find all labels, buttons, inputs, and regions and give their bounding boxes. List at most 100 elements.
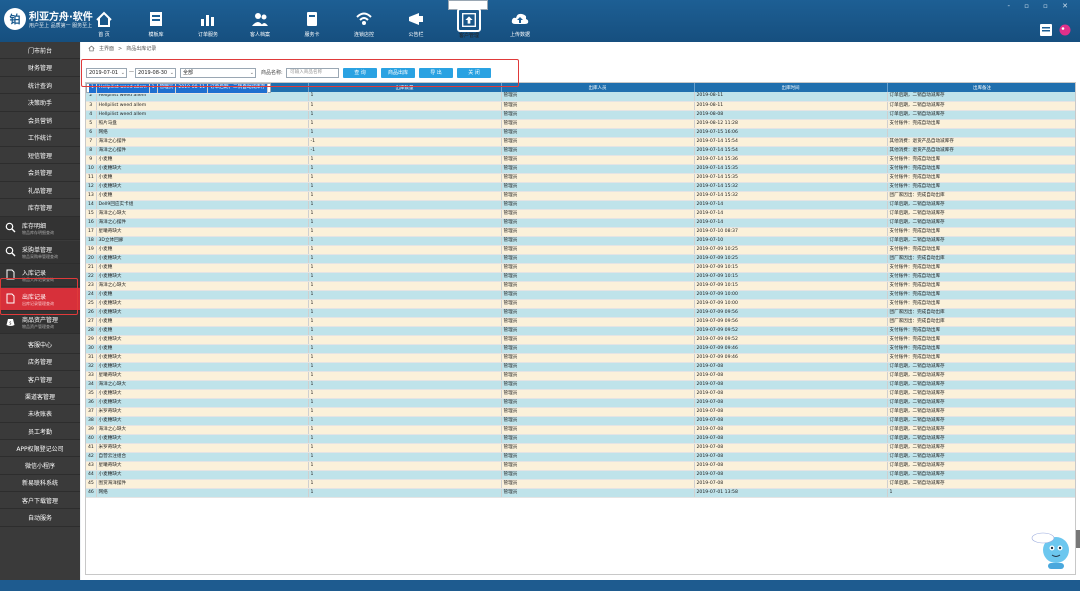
table-row[interactable]: 46 网络 1 管理员 2019-07-01 13:58 1 xyxy=(86,488,1075,498)
nav-item-9[interactable]: 上传数据 xyxy=(500,0,540,42)
table-row[interactable]: 17 星曦奇缺大 1 管理员 2019-07-10 08:37 支付账件：完成自动出库 xyxy=(86,227,1075,237)
table-cell: 2019-07-09 10:15 xyxy=(694,272,888,282)
mascot-helper-icon[interactable] xyxy=(1030,525,1074,571)
sidebar-bottom-item-11[interactable]: 自动服务 xyxy=(0,510,80,527)
column-header-3[interactable]: 出库人员 xyxy=(501,83,695,92)
table-row[interactable]: 19 小麦穗 1 管理员 2019-07-09 10:25 支付账件：完成自动出库 xyxy=(86,245,1075,255)
sidebar-item-10[interactable]: 库存管理 xyxy=(0,200,80,217)
table-row[interactable]: 11 小麦穗 1 管理员 2019-07-14 15:35 支付账件：完成自动出库 xyxy=(86,173,1075,183)
sidebar-item-7[interactable]: 短信管理 xyxy=(0,147,80,164)
table-row[interactable]: 33 星曦奇缺大 1 管理员 2019-07-08 订单后期，二销自动减库存 xyxy=(86,371,1075,381)
table-cell: 33 xyxy=(86,371,97,381)
table-row[interactable]: 40 小麦穗缺大 1 管理员 2019-07-08 订单后期，二销自动减库存 xyxy=(86,434,1075,444)
table-row[interactable]: 27 小麦穗 1 管理员 2019-07-09 09:56 团厂家因出：完成自动出库 xyxy=(86,317,1075,327)
nav-item-7[interactable]: 公告栏 xyxy=(396,0,436,42)
table-row[interactable]: 44 小麦穗缺大 1 管理员 2019-07-08 订单后期，二销自动减库存 xyxy=(86,470,1075,480)
table-row[interactable]: 22 小麦穗缺大 1 管理员 2019-07-09 10:15 支付账件：完成自动出库 xyxy=(86,272,1075,282)
table-row[interactable]: 23 海洋之心缺大 1 管理员 2019-07-09 10:15 支付账件：完成自动出库 xyxy=(86,281,1075,291)
table-cell: 1 xyxy=(308,488,502,498)
table-row[interactable]: 20 小麦穗缺大 1 管理员 2019-07-09 10:25 团厂家因出：完成自动出库 xyxy=(86,254,1075,264)
table-cell: 34 xyxy=(86,380,97,390)
table-row[interactable]: 29 小麦穗缺大 1 管理员 2019-07-09 09:52 支付账件：完成自动出库 xyxy=(86,335,1075,345)
table-cell: 管理员 xyxy=(501,398,695,408)
sidebar-bottom-item-7[interactable]: APP权限登记公司 xyxy=(0,440,80,458)
word-icon[interactable] xyxy=(1040,24,1052,36)
table-row[interactable]: 45 围赏海洋摆件 1 管理员 2019-07-08 订单后期，二销自动减库存 xyxy=(86,479,1075,489)
table-cell: 1 xyxy=(308,101,502,111)
table-row[interactable]: 13 小麦穗 1 管理员 2019-07-14 15:32 团厂家因出：完成自动出库 xyxy=(86,191,1075,201)
table-row[interactable]: 43 星曦奇缺大 1 管理员 2019-07-08 订单后期，二销自动减库存 xyxy=(86,461,1075,471)
table-row[interactable]: 35 小麦穗缺大 1 管理员 2019-07-08 订单后期，二销自动减库存 xyxy=(86,389,1075,399)
sidebar-bottom-item-1[interactable]: 客服中心 xyxy=(0,337,80,354)
window-controls[interactable]: - ▫ ▫ ✕ xyxy=(1007,2,1074,10)
sidebar-item-9[interactable]: 礼品管理 xyxy=(0,182,80,199)
table-row[interactable]: 39 海洋之心缺大 1 管理员 2019-07-08 订单后期，二销自动减库存 xyxy=(86,425,1075,435)
table-row[interactable]: 18 3D立体回廊 1 管理员 2019-07-10 订单后期，二销自动减库存 xyxy=(86,236,1075,246)
table-row[interactable]: 42 自营云注组合 1 管理员 2019-07-08 订单后期，二销自动减库存 xyxy=(86,452,1075,462)
table-row[interactable]: 8 海洋之心摆件 -1 管理员 2019-07-14 15:54 其他消费：退货产品自动减… xyxy=(86,146,1075,156)
column-header-4[interactable]: 出库时间 xyxy=(694,83,888,92)
table-cell: 2019-07-14 15:54 xyxy=(694,137,888,147)
sidebar-item-5[interactable]: 会员营销 xyxy=(0,112,80,129)
breadcrumb-home[interactable]: 主界面 xyxy=(99,45,114,52)
sidebar-bottom-item-8[interactable]: 微信小程序 xyxy=(0,458,80,475)
sidebar-bottom-item-3[interactable]: 客户管理 xyxy=(0,371,80,389)
table-row[interactable]: 32 小麦穗缺大 1 管理员 2019-07-08 订单后期，二销自动减库存 xyxy=(86,362,1075,372)
table-row[interactable]: 15 海洋之心缺大 1 管理员 2019-07-14 订单后期，二销自动减库存 xyxy=(86,209,1075,219)
sidebar-bottom-item-6[interactable]: 员工考勤 xyxy=(0,423,80,440)
table-row[interactable]: 36 小麦穗缺大 1 管理员 2019-07-08 订单后期，二销自动减库存 xyxy=(86,398,1075,408)
sidebar-sub-item-1[interactable]: 库存明细 物品库存明细查询 xyxy=(0,217,80,240)
sidebar-bottom-item-2[interactable]: 店务管理 xyxy=(0,354,80,371)
table-row[interactable]: 21 小麦穗 1 管理员 2019-07-09 10:15 支付账件：完成自动出库 xyxy=(86,263,1075,273)
table-row[interactable]: 37 米罗奇缺大 1 管理员 2019-07-08 订单后期，二销自动减库存 xyxy=(86,407,1075,417)
table-row[interactable]: 31 小麦穗缺大 1 管理员 2019-07-09 09:46 支付账件：完成自动出库 xyxy=(86,353,1075,363)
table-row[interactable]: 34 海洋之心缺大 1 管理员 2019-07-08 订单后期，二销自动减库存 xyxy=(86,380,1075,390)
sidebar-item-4[interactable]: 决策助手 xyxy=(0,95,80,112)
nav-item-6[interactable]: 连锁店控 xyxy=(344,0,384,42)
table-row[interactable]: 7 海洋之心摆件 -1 管理员 2019-07-14 15:54 其他消费：退货产品自动减… xyxy=(86,137,1075,147)
sidebar-bottom-item-9[interactable]: 新易联科系统 xyxy=(0,475,80,492)
table-cell: 小麦穗缺大 xyxy=(96,182,309,192)
table-row[interactable]: 6 网络 1 管理员 2019-07-15 16:06 xyxy=(86,128,1075,138)
table-cell: 订单后期，二销自动减库存 xyxy=(887,443,1075,453)
table-row[interactable]: 30 小麦穗 1 管理员 2019-07-09 09:46 支付账件：完成自动出库 xyxy=(86,344,1075,354)
sidebar-item-6[interactable]: 工作统计 xyxy=(0,130,80,147)
sidebar-bottom-item-10[interactable]: 客户下载管理 xyxy=(0,492,80,510)
table-row[interactable]: 41 米罗奇缺大 1 管理员 2019-07-08 订单后期，二销自动减库存 xyxy=(86,443,1075,453)
nav-item-1[interactable]: 首 页 xyxy=(84,0,124,42)
table-cell: 19 xyxy=(86,245,97,255)
sidebar-item-8[interactable]: 会员管理 xyxy=(0,165,80,182)
template-icon xyxy=(150,12,162,26)
table-row[interactable]: 9 小麦穗 1 管理员 2019-07-14 15:36 支付账件：完成自动出库 xyxy=(86,155,1075,165)
table-row[interactable]: 14 Dell9回应实卡组 1 管理员 2019-07-14 订单后期，二销自动减库存 xyxy=(86,200,1075,210)
nav-item-2[interactable]: 模板库 xyxy=(136,0,176,42)
table-row[interactable]: 12 小麦穗缺大 1 管理员 2019-07-14 15:32 支付账件：完成自动出库 xyxy=(86,182,1075,192)
nav-item-4[interactable]: 客人档案 xyxy=(240,0,280,42)
paint-icon[interactable] xyxy=(1059,24,1071,36)
sidebar-sub-item-2[interactable]: 采购单管理 物品采购单管理查询 xyxy=(0,240,80,264)
sidebar-bottom-item-5[interactable]: 未收账表 xyxy=(0,406,80,423)
filter-highlight-box xyxy=(81,59,519,87)
sidebar-item-1[interactable]: 门市前台 xyxy=(0,42,80,59)
table-row[interactable]: 25 小麦穗缺大 1 管理员 2019-07-09 10:00 支付账件：完成自动出库 xyxy=(86,299,1075,309)
table-row[interactable]: 26 小麦穗缺大 1 管理员 2019-07-09 09:56 团厂家因出：完成自动出库 xyxy=(86,308,1075,318)
sidebar-item-3[interactable]: 统计查询 xyxy=(0,77,80,94)
nav-item-3[interactable]: 订单服务 xyxy=(188,0,228,42)
table-row[interactable]: 10 小麦穗缺大 1 管理员 2019-07-14 15:35 支付账件：完成自动出库 xyxy=(86,164,1075,174)
table-row[interactable]: 38 小麦穗缺大 1 管理员 2019-07-08 订单后期，二销自动减库存 xyxy=(86,416,1075,426)
table-cell: 管理员 xyxy=(501,326,695,336)
table-row[interactable]: 28 小麦穗 1 管理员 2019-07-09 09:52 支付账件：完成自动出库 xyxy=(86,326,1075,336)
nav-item-8[interactable]: 客户管理 xyxy=(448,0,488,39)
sidebar-item-2[interactable]: 财务管理 xyxy=(0,60,80,77)
nav-item-5[interactable]: 服务卡 xyxy=(292,0,332,42)
column-header-5[interactable]: 出库备注 xyxy=(887,83,1075,92)
table-row[interactable]: 5 照片马盘 1 管理员 2019-08-12 11:28 支付账件：完成自动出库 xyxy=(86,119,1075,129)
table-row[interactable]: 3 Hellpilist weed allem 1 管理员 2019-08-11 订单后期… xyxy=(86,101,1075,111)
table-row[interactable]: 24 小麦穗 1 管理员 2019-07-09 10:00 支付账件：完成自动出库 xyxy=(86,290,1075,300)
scrollbar[interactable] xyxy=(1076,530,1080,548)
table-row[interactable]: 16 海洋之心摆件 1 管理员 2019-07-14 订单后期，二销自动减库存 xyxy=(86,218,1075,228)
table-row[interactable]: 4 Hellpilist weed allem 1 管理员 2019-08-08 订单后期… xyxy=(86,110,1075,120)
table-cell: 管理员 xyxy=(501,443,695,453)
sidebar-bottom-item-4[interactable]: 渠道客管理 xyxy=(0,388,80,406)
table-cell: 团厂家因出：完成自动出库 xyxy=(887,191,1075,201)
